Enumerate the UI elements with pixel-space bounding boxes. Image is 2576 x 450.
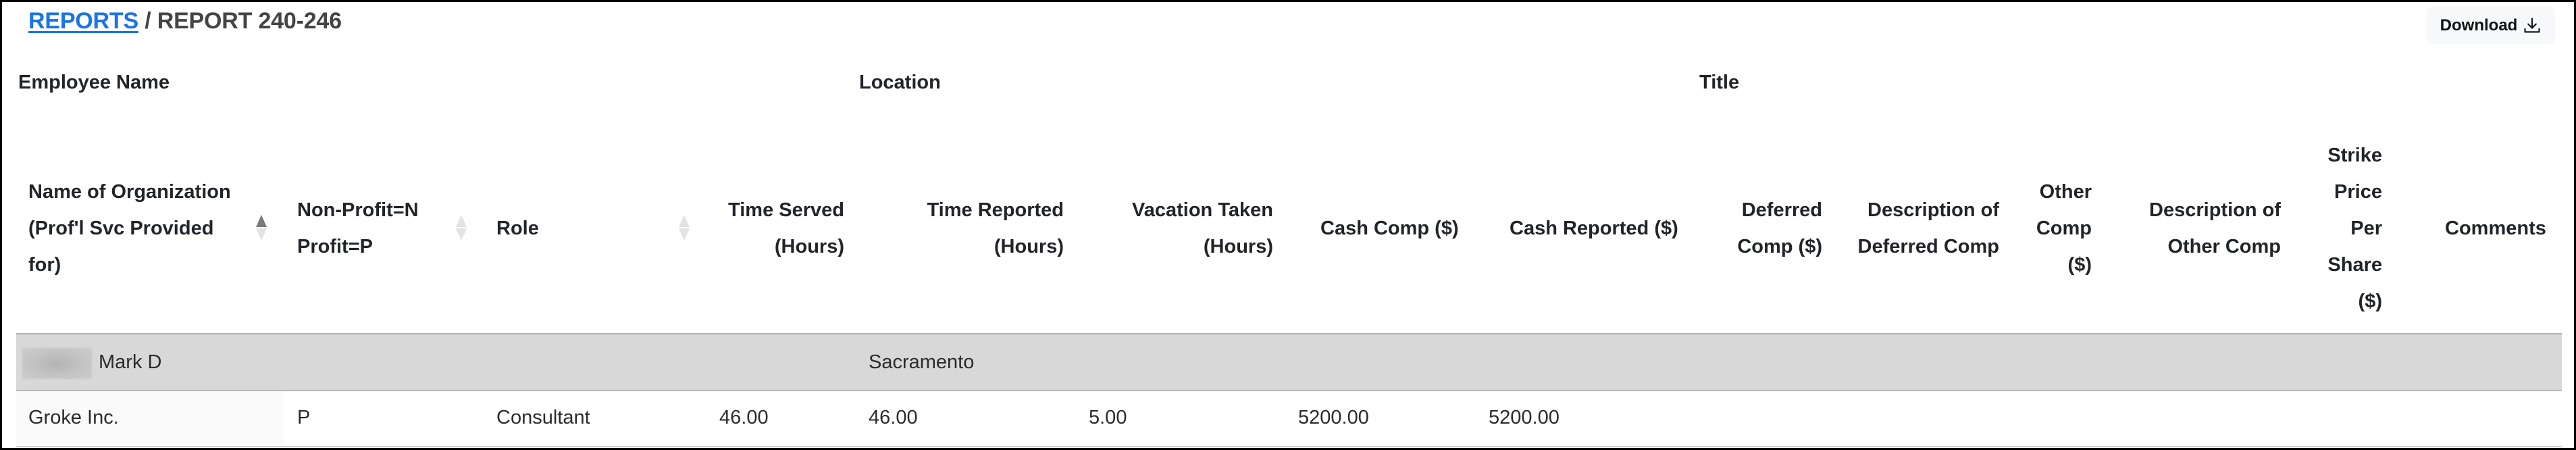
column-header-time-reported: Time Reported (Hours) [927, 199, 1064, 257]
breadcrumb: REPORTS / REPORT 240-246 [28, 8, 342, 34]
column-header-deferred-comp: Deferred Comp ($) [1737, 199, 1822, 257]
sort-ascending-icon[interactable] [255, 214, 267, 242]
sort-unsorted-icon[interactable] [678, 214, 690, 242]
column-header-comments: Comments [2445, 218, 2546, 239]
column-header-other-comp: Other Comp ($) [2036, 181, 2092, 276]
breadcrumb-current: REPORT 240-246 [157, 8, 342, 34]
redacted-name-block [22, 348, 92, 379]
cell-cash-reported: 5200.00 [1489, 407, 1560, 428]
column-header-vacation-taken: Vacation Taken (Hours) [1132, 199, 1273, 257]
group-header-location: Location [859, 72, 941, 93]
employee-location: Sacramento [869, 351, 975, 373]
employee-group-row[interactable]: Mark D Sacramento [16, 333, 2562, 391]
cell-organization: Groke Inc. [28, 407, 119, 428]
employee-name: Mark D [99, 351, 162, 373]
cell-role: Consultant [496, 407, 590, 428]
group-header-title: Title [1699, 72, 1740, 93]
column-header-organization[interactable]: Name of Organization (Prof'l Svc Provide… [28, 174, 231, 283]
download-icon [2524, 18, 2540, 33]
cell-profit-type: P [297, 407, 311, 428]
column-header-role[interactable]: Role [496, 210, 539, 247]
download-button[interactable]: Download [2427, 7, 2555, 45]
column-header-strike-price: Strike Price Per Share ($) [2327, 145, 2382, 312]
column-header-cash-comp: Cash Comp ($) [1320, 218, 1459, 239]
group-header-employee-name: Employee Name [18, 72, 170, 93]
column-header-deferred-comp-description: Description of Deferred Comp [1857, 199, 2000, 257]
table-row[interactable]: Groke Inc. P Consultant 46.00 46.00 5.00… [16, 391, 2562, 447]
download-label: Download [2440, 16, 2518, 34]
column-header-other-comp-description: Description of Other Comp [2149, 199, 2281, 257]
cell-cash-comp: 5200.00 [1298, 407, 1369, 428]
cell-time-reported: 46.00 [869, 407, 918, 428]
breadcrumb-separator: / [145, 8, 151, 34]
column-header-profit-type[interactable]: Non-Profit=N Profit=P [297, 192, 419, 265]
cell-time-served: 46.00 [719, 407, 769, 428]
sort-unsorted-icon[interactable] [455, 214, 467, 242]
cell-vacation-taken: 5.00 [1089, 407, 1127, 428]
column-header-cash-reported: Cash Reported ($) [1510, 218, 1678, 239]
column-header-time-served: Time Served (Hours) [728, 199, 844, 257]
breadcrumb-reports-link[interactable]: REPORTS [28, 8, 138, 34]
